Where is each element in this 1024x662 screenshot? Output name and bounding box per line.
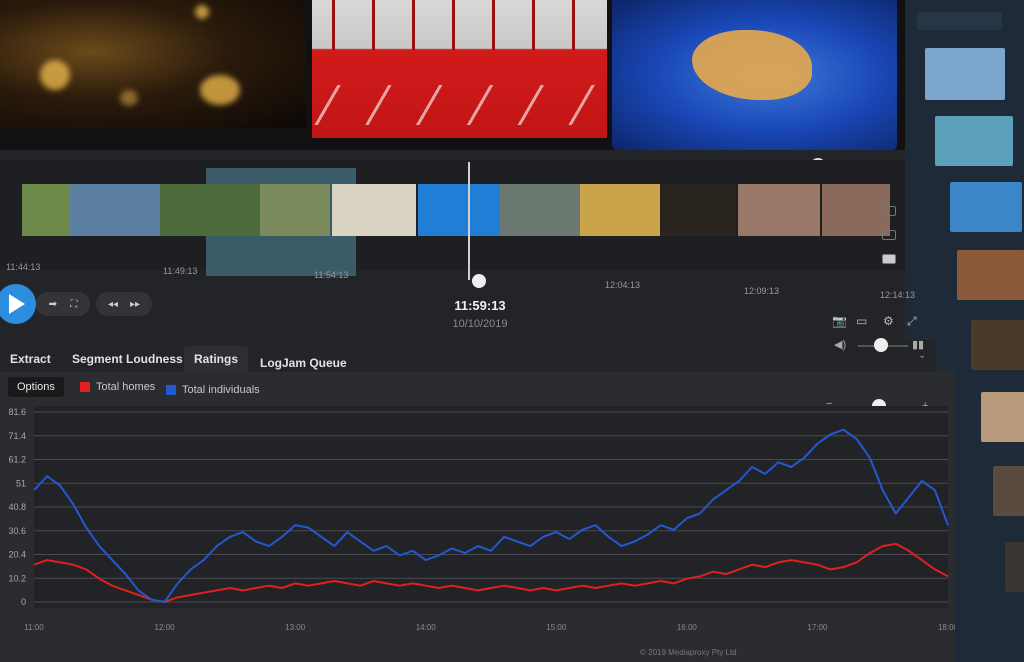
channel-thumbnail[interactable] <box>957 250 1024 300</box>
tab-ratings[interactable]: Ratings <box>184 346 249 372</box>
timeline-panel: 11:44:13 11:49:13 11:54:13 12:04:13 12:0… <box>0 150 917 345</box>
x-tick-label: 15:00 <box>546 623 567 632</box>
legend-label: Total homes <box>96 381 156 393</box>
step-controls: ➡ ⛶ <box>36 292 90 316</box>
x-tick-label: 18:00 <box>938 623 955 632</box>
tab-extract[interactable]: Extract <box>0 346 61 372</box>
clip-thumbnail[interactable] <box>332 184 416 236</box>
channel-thumbnail[interactable] <box>1005 542 1024 592</box>
monitor-feed-1[interactable] <box>0 0 306 128</box>
clip-thumbnail[interactable] <box>70 184 160 236</box>
clip-thumbnail[interactable] <box>660 184 736 236</box>
y-tick-label: 0 <box>21 597 26 607</box>
x-tick-label: 17:00 <box>807 623 828 632</box>
legend-total-individuals[interactable]: Total individuals <box>166 384 260 396</box>
legend-swatch <box>166 385 176 395</box>
copyright-footer: © 2019 Mediaproxy Pty Ltd <box>640 648 737 657</box>
clip-thumbnail[interactable] <box>500 184 580 236</box>
monitor-feed-2[interactable] <box>312 0 607 138</box>
closed-captions-icon[interactable]: ▭ <box>856 314 867 328</box>
y-tick-label: 10.2 <box>8 573 26 583</box>
monitor-feed-3[interactable] <box>612 0 897 152</box>
clip-thumbnail[interactable] <box>580 184 660 236</box>
volume-icon[interactable]: ◀) <box>834 338 846 351</box>
y-tick-label: 51 <box>16 478 26 488</box>
tick-label: 11:49:13 <box>163 266 198 276</box>
legend-total-homes[interactable]: Total homes <box>80 381 155 393</box>
ratings-chart[interactable]: 0 10.2 20.4 30.6 40.8 51 61.2 71.4 81.6 11:00 12:0… <box>0 402 955 650</box>
y-tick-label: 81.6 <box>8 407 26 417</box>
x-tick-label: 16:00 <box>677 623 698 632</box>
playhead[interactable] <box>468 162 470 280</box>
next-icon[interactable]: ▸▸ <box>130 299 140 310</box>
y-tick-label: 30.6 <box>8 526 26 536</box>
step-forward-icon[interactable]: ➡ <box>49 299 57 310</box>
tool-icon[interactable] <box>882 230 896 240</box>
clip-thumbnail[interactable] <box>260 184 330 236</box>
frame-icon[interactable]: ⛶ <box>70 299 77 310</box>
channel-thumbnail[interactable] <box>935 116 1013 166</box>
current-date: 10/10/2019 <box>452 318 508 330</box>
timeline-track[interactable] <box>0 160 905 276</box>
clip-thumbnail[interactable] <box>418 184 500 236</box>
legend-label: Total individuals <box>182 384 260 396</box>
clip-thumbnail[interactable] <box>22 184 70 236</box>
x-tick-label: 12:00 <box>155 623 176 632</box>
options-button[interactable]: Options <box>8 377 64 397</box>
fullscreen-icon[interactable]: ⤢ <box>907 314 917 329</box>
clip-thumbnail[interactable] <box>160 184 260 236</box>
gear-icon[interactable]: ⚙ <box>883 314 894 328</box>
current-time: 11:59:13 <box>454 298 506 313</box>
ratings-panel: Options Total homes Total individuals − … <box>0 372 955 662</box>
clip-thumbnail[interactable] <box>738 184 820 236</box>
channel-thumbnail[interactable] <box>993 466 1024 516</box>
tool-icon[interactable] <box>882 206 896 216</box>
tab-segment-loudness[interactable]: Segment Loudness <box>62 346 193 372</box>
x-tick-label: 14:00 <box>416 623 437 632</box>
y-tick-label: 40.8 <box>8 502 26 512</box>
skip-controls: ◂◂ ▸▸ <box>96 292 152 316</box>
y-tick-label: 20.4 <box>8 550 26 560</box>
camera-icon[interactable]: 📷 <box>832 314 847 328</box>
tab-bar: Extract Segment Loudness Ratings LogJam … <box>0 338 935 372</box>
play-icon[interactable] <box>0 284 36 324</box>
clip-thumbnail[interactable] <box>822 184 890 236</box>
channel-thumbnail[interactable] <box>950 182 1022 232</box>
x-tick-label: 13:00 <box>285 623 306 632</box>
timeline-ticks: 11:44:13 11:49:13 11:54:13 12:04:13 12:0… <box>0 256 915 300</box>
y-tick-label: 71.4 <box>8 431 26 441</box>
channel-thumbnail[interactable] <box>981 392 1024 442</box>
x-tick-label: 11:00 <box>24 623 44 632</box>
legend-swatch <box>80 382 90 392</box>
volume-row: ◀) ▮▮ <box>834 338 924 354</box>
thumbnail-header <box>917 12 1002 30</box>
previous-icon[interactable]: ◂◂ <box>108 299 118 310</box>
tick-label: 11:44:13 <box>6 262 41 272</box>
channel-thumbnail[interactable] <box>971 320 1024 370</box>
volume-slider-knob[interactable] <box>874 338 888 352</box>
chevron-down-icon[interactable]: ⌄ <box>918 350 926 361</box>
channel-thumbnail[interactable] <box>925 48 1005 100</box>
transport-controls: ➡ ⛶ ◂◂ ▸▸ 11:59:13 10/10/2019 📷 ▭ ⚙ ⤢ <box>0 278 917 338</box>
monitor-wall <box>0 0 935 152</box>
y-tick-label: 61.2 <box>8 455 26 465</box>
